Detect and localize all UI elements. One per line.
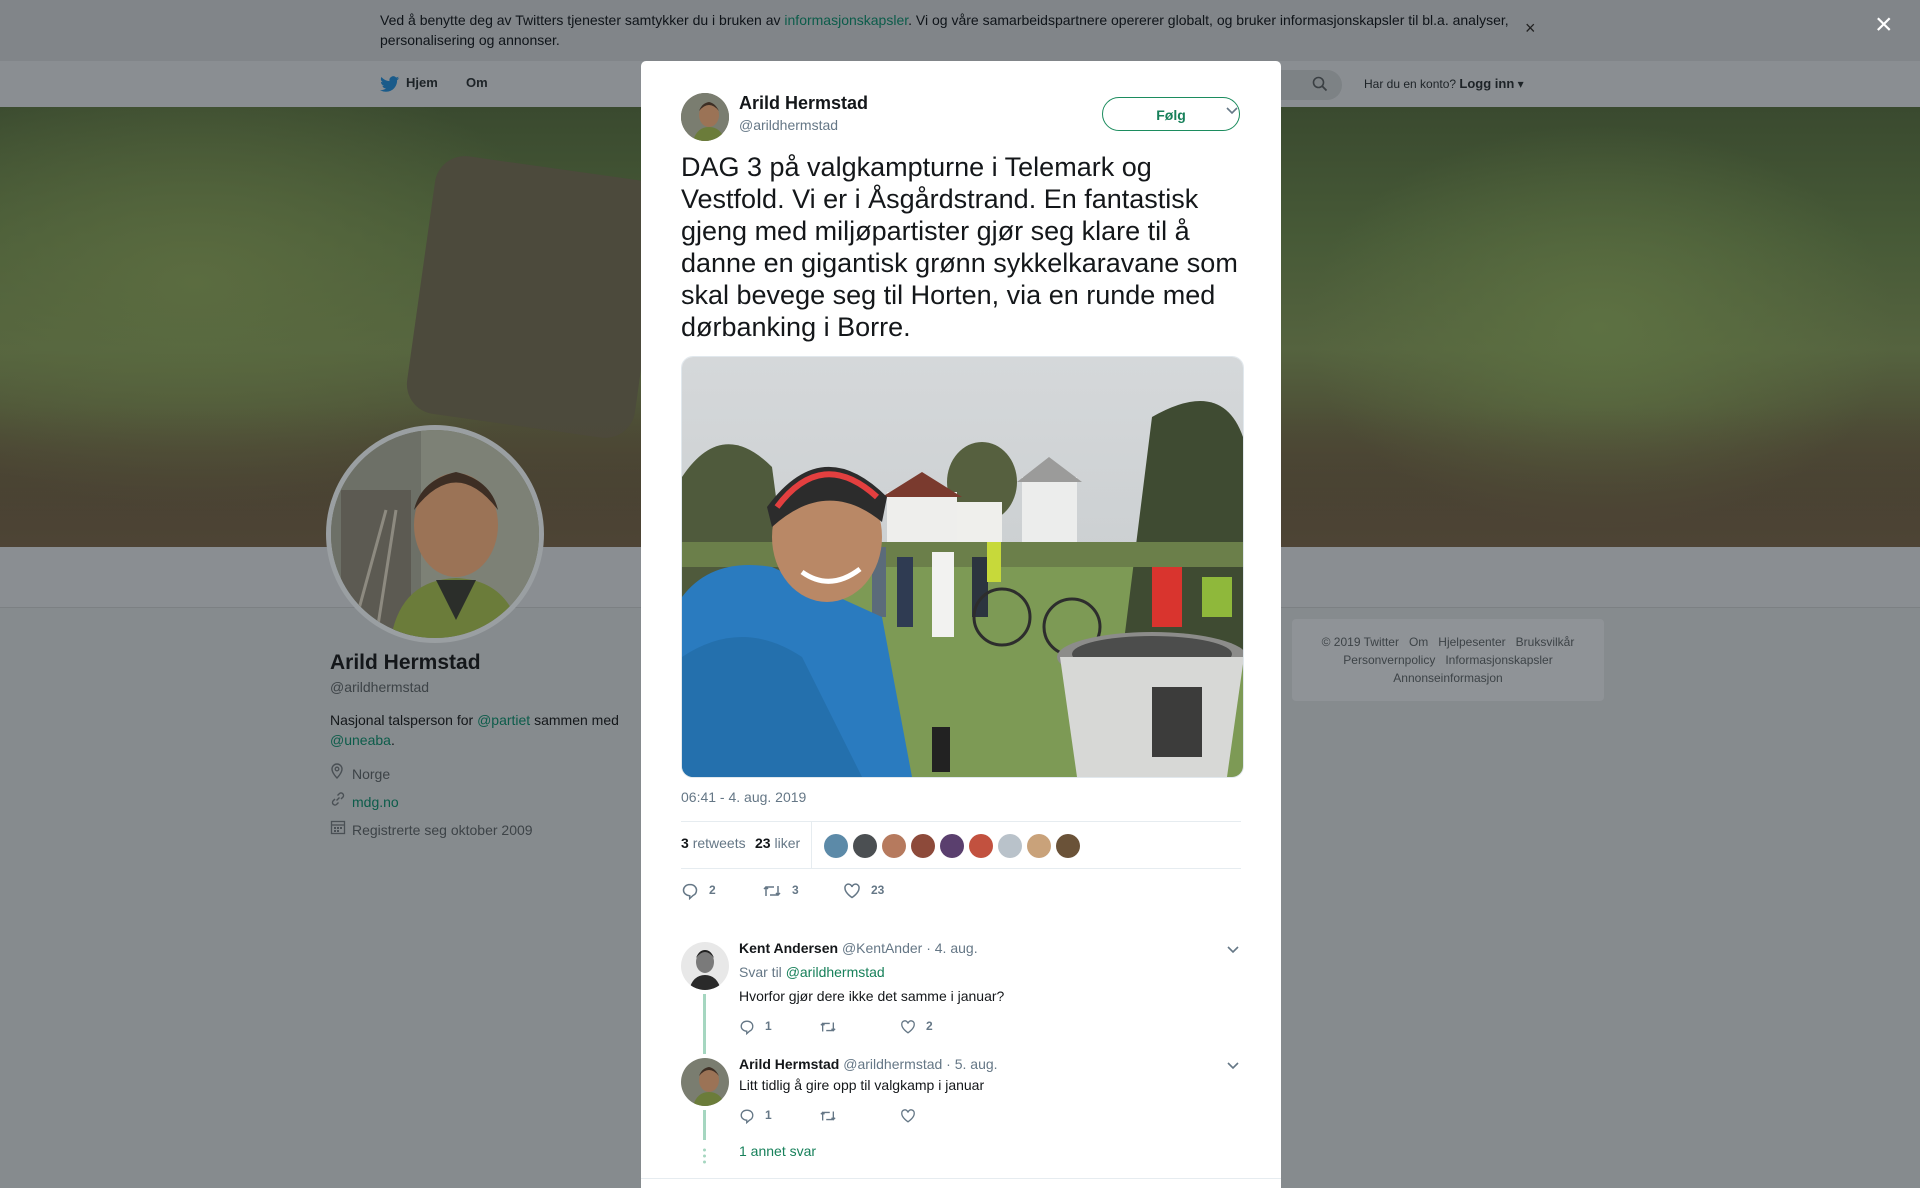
divider bbox=[681, 868, 1241, 869]
liker-avatar[interactable] bbox=[911, 834, 935, 858]
liker-avatar[interactable] bbox=[853, 834, 877, 858]
retweet-action[interactable] bbox=[819, 1108, 847, 1124]
bio-link-uneaba[interactable]: @uneaba bbox=[330, 732, 391, 748]
liker-avatar[interactable] bbox=[969, 834, 993, 858]
reply-author-handle[interactable]: @KentAnder bbox=[842, 940, 922, 956]
reply-author-name[interactable]: Arild Hermstad bbox=[739, 1056, 839, 1072]
reply-action[interactable]: 1 bbox=[739, 1108, 772, 1125]
footer-link-privacy[interactable]: Personvernpolicy bbox=[1343, 653, 1435, 667]
footer-link-about[interactable]: Om bbox=[1409, 635, 1428, 649]
twitter-bird-icon bbox=[380, 76, 400, 92]
footer-copyright: © 2019 Twitter bbox=[1321, 635, 1399, 649]
calendar-icon bbox=[330, 819, 346, 838]
login-link[interactable]: Logg inn bbox=[1459, 76, 1514, 91]
location-pin-icon bbox=[330, 763, 346, 782]
reply-date[interactable]: · 5. aug. bbox=[946, 1056, 997, 1072]
liker-avatar[interactable] bbox=[998, 834, 1022, 858]
reply-author-name[interactable]: Kent Andersen bbox=[739, 940, 838, 956]
retweet-icon bbox=[820, 1022, 836, 1032]
reply-icon bbox=[682, 883, 698, 901]
liker-avatar[interactable] bbox=[1056, 834, 1080, 858]
heart-icon bbox=[901, 1020, 915, 1034]
more-replies-link[interactable]: 1 annet svar bbox=[739, 1143, 816, 1159]
like-action[interactable] bbox=[900, 1108, 926, 1124]
search-icon[interactable] bbox=[1312, 76, 1328, 92]
retweet-action[interactable]: 3 bbox=[762, 882, 799, 900]
footer-links: © 2019 Twitter Om Hjelpesenter Bruksvilkår … bbox=[1300, 633, 1596, 687]
follow-button[interactable]: Følg bbox=[1102, 97, 1240, 131]
profile-location: Norge bbox=[330, 763, 390, 782]
bio-link-partiet[interactable]: @partiet bbox=[477, 712, 530, 728]
reply-text: Hvorfor gjør dere ikke det samme i janua… bbox=[739, 988, 1005, 1004]
tweet-author-name[interactable]: Arild Hermstad bbox=[739, 93, 868, 114]
reply-icon bbox=[740, 1020, 754, 1036]
nav-home-link[interactable]: Hjem bbox=[406, 75, 438, 90]
like-action[interactable]: 2 bbox=[900, 1019, 933, 1035]
retweet-icon bbox=[763, 885, 781, 897]
retweet-icon bbox=[820, 1111, 836, 1121]
retweets-stat[interactable]: 3 retweets bbox=[681, 835, 746, 851]
profile-joined: Registrerte seg oktober 2009 bbox=[330, 819, 533, 838]
divider bbox=[641, 1178, 1281, 1179]
link-icon bbox=[330, 791, 346, 810]
reply-avatar[interactable] bbox=[681, 1058, 729, 1106]
footer-link-ads-info[interactable]: Annonseinformasjon bbox=[1393, 671, 1502, 685]
heart-icon bbox=[901, 1109, 915, 1123]
tweet-photo[interactable] bbox=[681, 356, 1244, 778]
profile-handle: @arildhermstad bbox=[330, 679, 430, 695]
chevron-down-icon[interactable] bbox=[1225, 105, 1239, 115]
footer-link-help[interactable]: Hjelpesenter bbox=[1438, 635, 1505, 649]
chevron-down-icon[interactable] bbox=[1226, 944, 1240, 954]
reply-author-handle[interactable]: @arildhermstad bbox=[843, 1056, 942, 1072]
reply-header: Kent Andersen @KentAnder · 4. aug. bbox=[739, 940, 978, 956]
cookie-banner-text: Ved å benytte deg av Twitters tjenester … bbox=[380, 12, 1509, 48]
likes-stat[interactable]: 23 liker bbox=[755, 835, 800, 851]
liker-avatar[interactable] bbox=[824, 834, 848, 858]
footer-link-cookies[interactable]: Informasjonskapsler bbox=[1445, 653, 1552, 667]
cookie-info-link[interactable]: informasjonskapsler bbox=[784, 12, 908, 28]
like-action[interactable]: 23 bbox=[843, 882, 884, 900]
account-prompt: Har du en konto? Logg inn ▾ bbox=[1364, 76, 1524, 91]
reply-date[interactable]: · 4. aug. bbox=[926, 940, 977, 956]
liker-avatar[interactable] bbox=[1027, 834, 1051, 858]
profile-website: mdg.no bbox=[330, 791, 399, 810]
tweet-author-handle[interactable]: @arildhermstad bbox=[739, 117, 838, 133]
reply-to-line: Svar til @arildhermstad bbox=[739, 964, 885, 980]
cookie-banner-close-button[interactable]: × bbox=[1525, 18, 1536, 39]
thread-dots-icon bbox=[703, 1148, 706, 1164]
thread-line bbox=[703, 994, 706, 1054]
reply-to-link[interactable]: @arildhermstad bbox=[786, 964, 885, 980]
tweet-author-avatar[interactable] bbox=[681, 93, 729, 141]
nav-about-link[interactable]: Om bbox=[466, 75, 488, 90]
chevron-down-icon[interactable] bbox=[1226, 1060, 1240, 1070]
retweet-action[interactable] bbox=[819, 1019, 847, 1035]
chevron-down-icon: ▾ bbox=[1517, 77, 1524, 91]
modal-close-button[interactable]: × bbox=[1875, 10, 1893, 40]
footer-link-terms[interactable]: Bruksvilkår bbox=[1516, 635, 1575, 649]
profile-name: Arild Hermstad bbox=[330, 651, 481, 674]
reply-icon bbox=[740, 1109, 754, 1125]
liker-avatar[interactable] bbox=[882, 834, 906, 858]
reply-action[interactable]: 2 bbox=[681, 882, 716, 901]
divider bbox=[811, 822, 812, 868]
tweet-timestamp[interactable]: 06:41 - 4. aug. 2019 bbox=[681, 789, 806, 805]
divider bbox=[681, 821, 1241, 822]
profile-avatar[interactable] bbox=[326, 425, 544, 643]
heart-icon bbox=[844, 883, 860, 899]
tweet-text: DAG 3 på valgkampturne i Telemark og Ves… bbox=[681, 152, 1238, 342]
thread-line bbox=[703, 1110, 706, 1140]
reply-header: Arild Hermstad @arildhermstad · 5. aug. bbox=[739, 1056, 998, 1072]
profile-bio: Nasjonal talsperson for @partiet sammen … bbox=[330, 712, 619, 748]
reply-text: Litt tidlig å gire opp til valgkamp i ja… bbox=[739, 1077, 985, 1093]
website-link[interactable]: mdg.no bbox=[352, 794, 399, 810]
reply-avatar[interactable] bbox=[681, 942, 729, 990]
liker-avatar[interactable] bbox=[940, 834, 964, 858]
reply-action[interactable]: 1 bbox=[739, 1019, 772, 1036]
